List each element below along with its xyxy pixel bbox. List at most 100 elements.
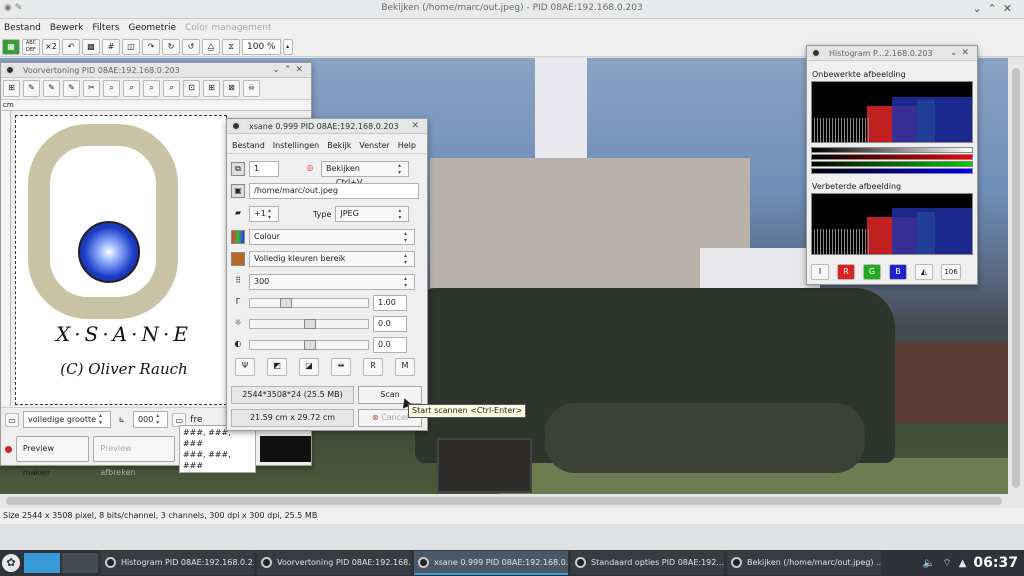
preview-window-controls[interactable]: ⌄⌃✕ [272, 63, 307, 77]
full-area-icon[interactable]: ⊡ [183, 80, 200, 97]
restore-memory-icon[interactable]: M [395, 358, 415, 376]
desktop-2[interactable] [62, 553, 98, 573]
brightness-slider-knob[interactable] [304, 319, 316, 329]
ocr-button[interactable]: ABC DEF [22, 38, 40, 55]
contrast-input[interactable]: 0.0 [373, 337, 407, 353]
pixel-mode-icon[interactable]: ◭ [915, 264, 933, 280]
blue-toggle[interactable]: B [889, 264, 907, 280]
preset-area-icon[interactable]: ▭ [5, 412, 19, 427]
rotation-select[interactable]: 000 [133, 411, 169, 428]
restore-enhance-icon[interactable]: ⇹ [331, 358, 351, 376]
auto-area-icon[interactable]: ⊞ [203, 80, 220, 97]
default-enhance-icon[interactable]: ◪ [299, 358, 319, 376]
menu-geometrie[interactable]: Geometrie [128, 23, 176, 33]
brightness-slider[interactable] [249, 319, 369, 329]
preview-titlebar[interactable]: Voorvertoning PID 08AE:192.168.0.203 ⌄⌃✕ [1, 63, 311, 78]
rotate-180-icon[interactable]: ↻ [162, 38, 180, 55]
main-titlebar[interactable]: ◉ ✎ Bekijken (/home/marc/out.jpeg) - PID… [0, 0, 1024, 19]
task-viewer[interactable]: Bekijken (/home/marc/out.jpeg) ... [727, 551, 881, 575]
raw-slider-blue[interactable] [811, 168, 973, 174]
histogram-window-controls[interactable]: ⌄✕ [950, 46, 973, 60]
tray-expand-icon[interactable]: ▲ [959, 558, 967, 569]
copies-spinner[interactable]: 1 [249, 161, 279, 177]
disk-icon[interactable]: ▣ [231, 184, 245, 198]
gamma-auto-icon[interactable]: Ψ [235, 358, 255, 376]
raw-slider-red[interactable] [811, 154, 973, 160]
volume-icon[interactable]: 🔈 [923, 558, 935, 569]
menu-filters[interactable]: Filters [92, 23, 119, 33]
scan-button[interactable]: Scan [358, 386, 422, 404]
task-histogram[interactable]: Histogram PID 08AE:192.168.0.2... [101, 551, 254, 575]
grid-icon[interactable]: # [102, 38, 120, 55]
preview-size-select[interactable]: volledige grootte [23, 411, 112, 428]
auto-enhance-icon[interactable]: ◩ [267, 358, 287, 376]
horizontal-scrollbar[interactable] [0, 494, 1024, 508]
horizontal-scroll-thumb[interactable] [6, 497, 1002, 505]
raw-slider-gray[interactable] [811, 147, 973, 153]
save-icon[interactable]: ▦ [2, 38, 20, 55]
zoom-area-icon[interactable]: ⌕ [143, 80, 160, 97]
crop-icon[interactable]: ◫ [122, 38, 140, 55]
histogram-titlebar[interactable]: Histogram P...2.168.0.203 ⌄✕ [807, 46, 977, 61]
xsane-menu-bekijk[interactable]: Bekijk [327, 141, 351, 150]
red-toggle[interactable]: R [837, 264, 855, 280]
vertical-scrollbar[interactable] [1008, 58, 1024, 494]
zoom-select[interactable]: 100 % [242, 38, 281, 55]
despeckle-icon[interactable]: ▩ [82, 38, 100, 55]
desktop-1[interactable] [24, 553, 60, 573]
task-xsane[interactable]: xsane 0.999 PID 08AE:192.168.0.... [414, 551, 568, 575]
counter-step-select[interactable]: +1 [249, 206, 279, 222]
resolution-select[interactable]: 300 [249, 274, 415, 290]
contrast-slider-knob[interactable] [304, 340, 316, 350]
mirror-horizontal-icon[interactable]: ⧋ [202, 38, 220, 55]
rotate-270-icon[interactable]: ↺ [182, 38, 200, 55]
range-select[interactable]: Volledig kleuren bereik [249, 251, 415, 267]
raw-slider-green[interactable] [811, 161, 973, 167]
task-preview[interactable]: Voorvertoning PID 08AE:192.168.... [257, 551, 411, 575]
store-enhance-icon[interactable]: R [363, 358, 383, 376]
select-all-icon[interactable]: ⊠ [223, 80, 240, 97]
zoom-stepper[interactable]: ▴ [282, 38, 293, 55]
intensity-toggle[interactable]: I [811, 264, 829, 280]
xsane-menu-help[interactable]: Help [398, 141, 416, 150]
gamma-slider[interactable] [249, 298, 369, 308]
zoom-out-icon[interactable]: ⌕ [123, 80, 140, 97]
rotate-area-icon[interactable]: ✂ [83, 80, 100, 97]
pipette-black-icon[interactable]: ✎ [63, 80, 80, 97]
xsane-menu-venster[interactable]: Venster [359, 141, 389, 150]
acquire-preview-button[interactable]: Preview maken [15, 436, 90, 477]
rotate-90-icon[interactable]: ↷ [142, 38, 160, 55]
menu-bestand[interactable]: Bestand [4, 23, 41, 33]
pipette-white-icon[interactable]: ✎ [23, 80, 40, 97]
contrast-slider[interactable] [249, 340, 369, 350]
clock[interactable]: 06:37 [973, 555, 1018, 571]
vertical-scroll-thumb[interactable] [1012, 68, 1020, 488]
menu-bewerk[interactable]: Bewerk [50, 23, 84, 33]
xsane-menu-bestand[interactable]: Bestand [232, 141, 265, 150]
xsane-titlebar[interactable]: xsane 0.999 PID 08AE:192.168.0.203 ✕ [227, 119, 427, 134]
scale-button[interactable]: ×2 [42, 38, 60, 55]
undo-icon[interactable]: ↶ [62, 38, 80, 55]
ratio-free-label[interactable]: fre [190, 415, 202, 425]
application-launcher-icon[interactable]: ✿ [2, 554, 20, 572]
scan-mode-select[interactable]: Bekijken Ctrl+V [321, 161, 409, 187]
task-standard-options[interactable]: Standaard opties PID 08AE:192.... [571, 551, 724, 575]
green-toggle[interactable]: G [863, 264, 881, 280]
preview-image[interactable]: X·S·A·N·E (C) Oliver Rauch [15, 115, 227, 405]
log-mode-button[interactable]: 106 [941, 264, 961, 280]
zoom-undo-icon[interactable]: ⌕ [163, 80, 180, 97]
filetype-select[interactable]: JPEG [335, 206, 410, 222]
mirror-vertical-icon[interactable]: ⧖ [222, 38, 240, 55]
window-controls[interactable]: ⌄⌃✕ [972, 2, 1018, 15]
xsane-menu-instellingen[interactable]: Instellingen [273, 141, 319, 150]
delete-images-icon[interactable]: ☠ [243, 80, 260, 97]
brightness-input[interactable]: 0.0 [373, 316, 407, 332]
grid-select-icon[interactable]: ⊞ [3, 80, 20, 97]
color-mode-select[interactable]: Colour [249, 229, 415, 245]
pipette-gray-icon[interactable]: ✎ [43, 80, 60, 97]
wifi-icon[interactable]: ⌔ [942, 557, 951, 570]
filename-input[interactable]: /home/marc/out.jpeg [249, 183, 419, 199]
zoom-in-icon[interactable]: ⌕ [103, 80, 120, 97]
gamma-slider-knob[interactable] [280, 298, 292, 308]
gamma-input[interactable]: 1.00 [373, 295, 407, 311]
